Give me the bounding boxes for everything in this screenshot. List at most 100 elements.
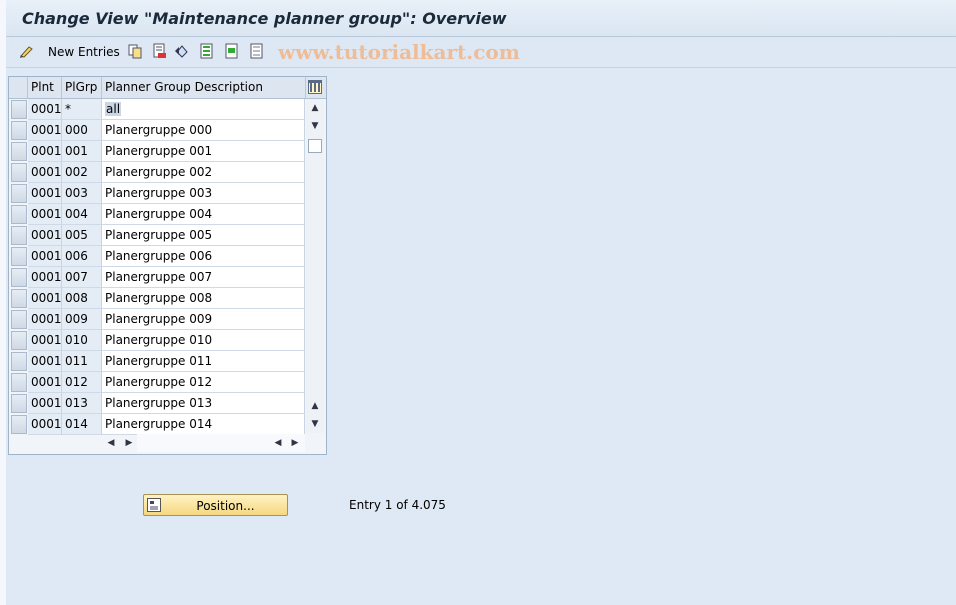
cell-description[interactable]: Planergruppe 012 [102, 372, 305, 393]
cell-plnt[interactable]: 0001 [28, 120, 62, 141]
table-row[interactable]: 0001 004 Planergruppe 004 [9, 204, 305, 225]
cell-description[interactable]: Planergruppe 002 [102, 162, 305, 183]
table-row[interactable]: 0001 012 Planergruppe 012 [9, 372, 305, 393]
cell-plgrp[interactable]: 008 [62, 288, 102, 309]
table-row[interactable]: 0001 014 Planergruppe 014 [9, 414, 305, 435]
table-row[interactable]: 0001 * all [9, 99, 305, 120]
cell-plnt[interactable]: 0001 [28, 288, 62, 309]
table-row[interactable]: 0001 001 Planergruppe 001 [9, 141, 305, 162]
cell-description[interactable]: Planergruppe 000 [102, 120, 305, 141]
row-selector[interactable] [11, 394, 27, 413]
select-all-icon[interactable] [199, 43, 215, 59]
column-header-plnt[interactable]: Plnt [28, 77, 62, 98]
scroll-down-icon[interactable]: ▼ [309, 418, 321, 430]
cell-plnt[interactable]: 0001 [28, 162, 62, 183]
row-selector[interactable] [11, 163, 27, 182]
cell-plnt[interactable]: 0001 [28, 99, 62, 120]
row-selector[interactable] [11, 289, 27, 308]
cell-plgrp[interactable]: 002 [62, 162, 102, 183]
cell-description[interactable]: Planergruppe 010 [102, 330, 305, 351]
copy-icon[interactable] [127, 43, 143, 59]
column-header-plgrp[interactable]: PlGrp [62, 77, 102, 98]
edit-glasses-icon[interactable] [19, 43, 35, 59]
position-button[interactable]: Position... [143, 494, 288, 516]
row-selector[interactable] [11, 142, 27, 161]
cell-plnt[interactable]: 0001 [28, 225, 62, 246]
cell-plnt[interactable]: 0001 [28, 204, 62, 225]
cell-plnt[interactable]: 0001 [28, 309, 62, 330]
row-selector[interactable] [11, 205, 27, 224]
cell-plgrp[interactable]: 001 [62, 141, 102, 162]
row-selector[interactable] [11, 268, 27, 287]
key-columns-hscroll[interactable]: ◀ ▶ [102, 434, 136, 452]
row-selector[interactable] [11, 310, 27, 329]
cell-plgrp[interactable]: 009 [62, 309, 102, 330]
table-row[interactable]: 0001 009 Planergruppe 009 [9, 309, 305, 330]
cell-plgrp[interactable]: 000 [62, 120, 102, 141]
cell-description[interactable]: Planergruppe 009 [102, 309, 305, 330]
new-entries-button[interactable]: New Entries [48, 45, 120, 59]
cell-plgrp[interactable]: 004 [62, 204, 102, 225]
cell-plgrp[interactable]: 010 [62, 330, 102, 351]
row-selector[interactable] [11, 415, 27, 434]
scroll-left-icon[interactable]: ◀ [271, 434, 285, 452]
table-row[interactable]: 0001 000 Planergruppe 000 [9, 120, 305, 141]
delete-icon[interactable] [151, 43, 167, 59]
vertical-scrollbar[interactable]: ▲ ▼ ▲ ▼ [306, 99, 324, 433]
cell-description[interactable]: Planergruppe 013 [102, 393, 305, 414]
table-settings-icon[interactable] [308, 80, 322, 94]
data-columns-hscroll[interactable]: ◀ ▶ [137, 434, 305, 452]
cell-plnt[interactable]: 0001 [28, 246, 62, 267]
cell-plnt[interactable]: 0001 [28, 183, 62, 204]
row-selector[interactable] [11, 352, 27, 371]
cell-plgrp[interactable]: 012 [62, 372, 102, 393]
cell-plgrp[interactable]: 011 [62, 351, 102, 372]
row-selector[interactable] [11, 226, 27, 245]
scroll-right-icon[interactable]: ▶ [288, 434, 302, 452]
cell-description[interactable]: all [102, 99, 305, 120]
cell-description[interactable]: Planergruppe 007 [102, 267, 305, 288]
cell-plgrp[interactable]: * [62, 99, 102, 120]
row-selector[interactable] [11, 247, 27, 266]
scroll-right-icon[interactable]: ▶ [122, 434, 136, 452]
row-selector[interactable] [11, 121, 27, 140]
cell-plgrp[interactable]: 013 [62, 393, 102, 414]
scroll-up-icon[interactable]: ▲ [309, 102, 321, 114]
cell-plnt[interactable]: 0001 [28, 393, 62, 414]
scroll-thumb[interactable] [308, 139, 322, 153]
cell-plgrp[interactable]: 007 [62, 267, 102, 288]
cell-plnt[interactable]: 0001 [28, 141, 62, 162]
table-row[interactable]: 0001 002 Planergruppe 002 [9, 162, 305, 183]
cell-plnt[interactable]: 0001 [28, 372, 62, 393]
cell-plgrp[interactable]: 014 [62, 414, 102, 435]
scroll-page-down-icon[interactable]: ▼ [309, 120, 321, 132]
cell-plnt[interactable]: 0001 [28, 267, 62, 288]
cell-description[interactable]: Planergruppe 008 [102, 288, 305, 309]
cell-plgrp[interactable]: 005 [62, 225, 102, 246]
table-row[interactable]: 0001 008 Planergruppe 008 [9, 288, 305, 309]
deselect-all-icon[interactable] [249, 43, 265, 59]
row-selector[interactable] [11, 331, 27, 350]
undo-icon[interactable] [174, 43, 190, 59]
table-row[interactable]: 0001 006 Planergruppe 006 [9, 246, 305, 267]
select-all-header[interactable] [9, 77, 28, 98]
table-row[interactable]: 0001 003 Planergruppe 003 [9, 183, 305, 204]
cell-description[interactable]: Planergruppe 001 [102, 141, 305, 162]
row-selector[interactable] [11, 373, 27, 392]
table-row[interactable]: 0001 007 Planergruppe 007 [9, 267, 305, 288]
column-header-description[interactable]: Planner Group Description [102, 77, 306, 98]
cell-description[interactable]: Planergruppe 014 [102, 414, 305, 435]
cell-plgrp[interactable]: 006 [62, 246, 102, 267]
cell-description[interactable]: Planergruppe 006 [102, 246, 305, 267]
select-block-icon[interactable] [224, 43, 240, 59]
table-row[interactable]: 0001 005 Planergruppe 005 [9, 225, 305, 246]
cell-plgrp[interactable]: 003 [62, 183, 102, 204]
row-selector[interactable] [11, 184, 27, 203]
cell-description[interactable]: Planergruppe 003 [102, 183, 305, 204]
cell-description[interactable]: Planergruppe 005 [102, 225, 305, 246]
cell-plnt[interactable]: 0001 [28, 414, 62, 435]
cell-description[interactable]: Planergruppe 011 [102, 351, 305, 372]
row-selector[interactable] [11, 100, 27, 119]
table-row[interactable]: 0001 013 Planergruppe 013 [9, 393, 305, 414]
table-row[interactable]: 0001 010 Planergruppe 010 [9, 330, 305, 351]
